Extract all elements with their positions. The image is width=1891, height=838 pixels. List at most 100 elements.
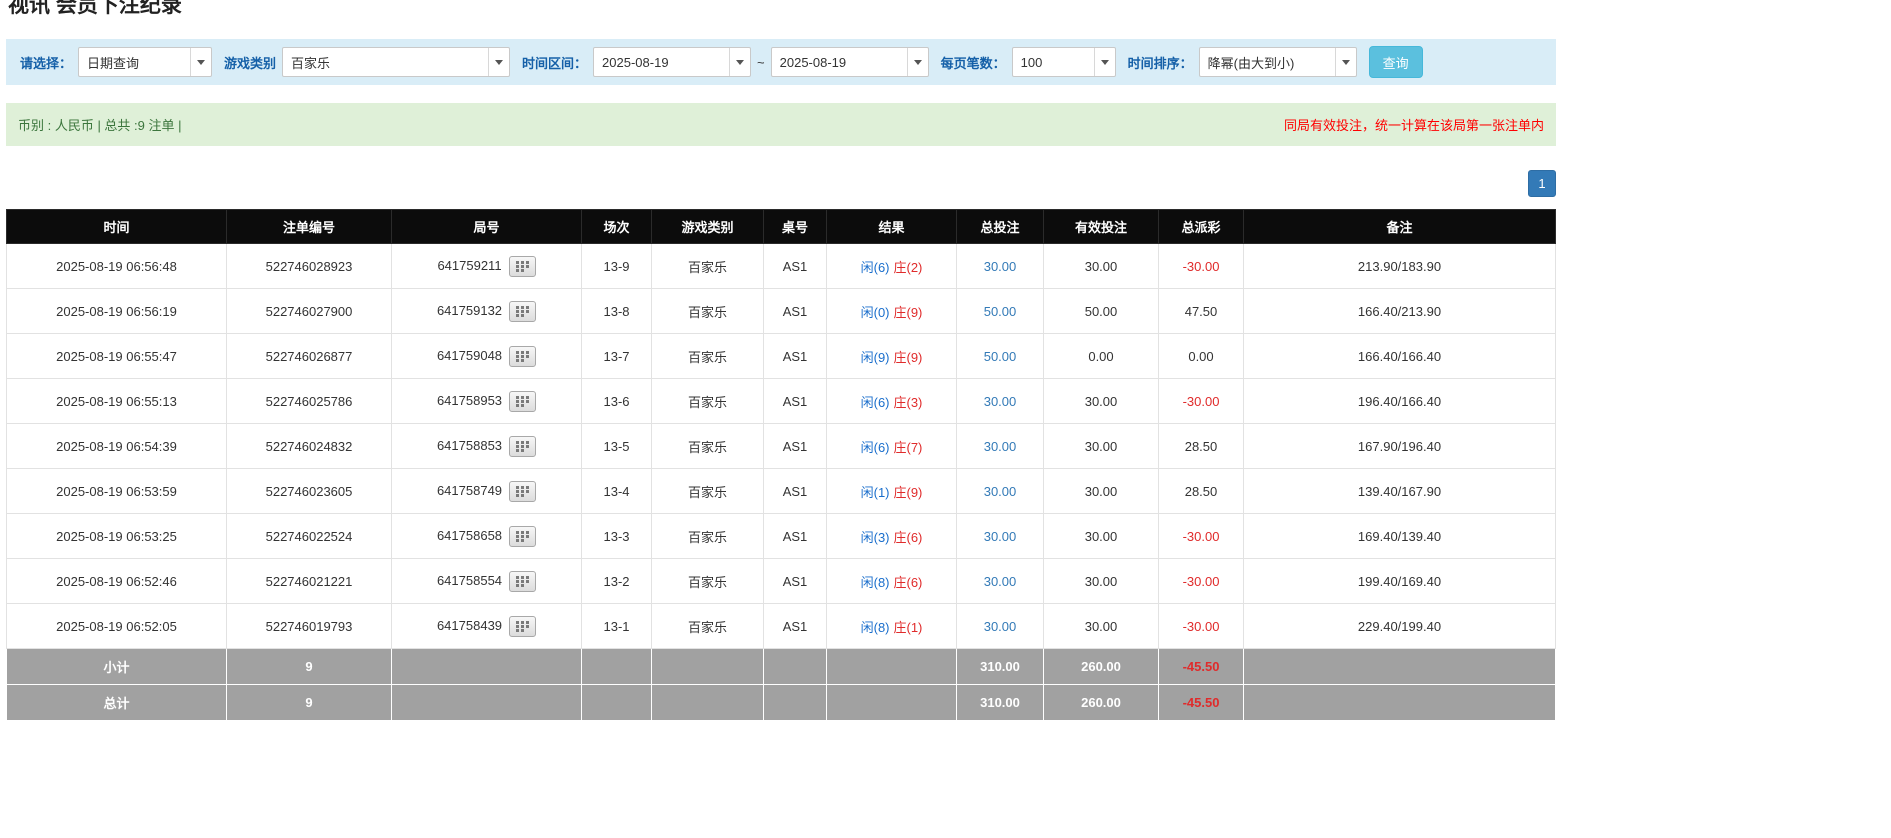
col-total-bet: 总投注 xyxy=(957,210,1044,244)
chevron-down-icon xyxy=(729,48,750,76)
chevron-down-icon xyxy=(1335,48,1356,76)
sort-order-combo[interactable]: 降幂(由大到小) xyxy=(1199,47,1357,77)
cell-bet-id: 522746027900 xyxy=(227,289,392,334)
roadmap-button[interactable] xyxy=(509,391,536,412)
cell-result: 闲(6)庄(3) xyxy=(827,379,957,424)
cell-session: 13-7 xyxy=(582,334,652,379)
date-to-value: 2025-08-19 xyxy=(780,55,847,70)
result-player: 闲(9) xyxy=(861,350,890,365)
cell-round-id: 641759132 xyxy=(392,289,582,334)
cell-bet-id: 522746025786 xyxy=(227,379,392,424)
cell-remark: 166.40/213.90 xyxy=(1244,289,1556,334)
page-size-combo[interactable]: 100 xyxy=(1012,47,1116,77)
cell-bet-id: 522746021221 xyxy=(227,559,392,604)
table-row: 2025-08-19 06:53:25 522746022524 6417586… xyxy=(7,514,1556,559)
subtotal-count: 9 xyxy=(227,649,392,685)
label-page-size: 每页笔数： xyxy=(941,53,1006,72)
subtotal-label: 小计 xyxy=(7,649,227,685)
table-row: 2025-08-19 06:56:19 522746027900 6417591… xyxy=(7,289,1556,334)
cell-valid-bet: 30.00 xyxy=(1044,424,1159,469)
table-row: 2025-08-19 06:55:47 522746026877 6417590… xyxy=(7,334,1556,379)
cell-bet-id: 522746024832 xyxy=(227,424,392,469)
roadmap-button[interactable] xyxy=(509,526,536,547)
cell-result: 闲(6)庄(2) xyxy=(827,244,957,289)
cell-game-type: 百家乐 xyxy=(652,289,764,334)
cell-payout: -30.00 xyxy=(1159,604,1244,649)
col-round-id: 局号 xyxy=(392,210,582,244)
result-player: 闲(0) xyxy=(861,305,890,320)
cell-payout: -30.00 xyxy=(1159,514,1244,559)
col-game-type: 游戏类别 xyxy=(652,210,764,244)
date-to-combo[interactable]: 2025-08-19 xyxy=(771,47,929,77)
cell-total-bet[interactable]: 50.00 xyxy=(957,334,1044,379)
cell-time: 2025-08-19 06:52:46 xyxy=(7,559,227,604)
result-banker: 庄(1) xyxy=(894,620,923,635)
result-banker: 庄(9) xyxy=(894,485,923,500)
cell-result: 闲(8)庄(6) xyxy=(827,559,957,604)
roadmap-button[interactable] xyxy=(509,256,536,277)
cell-table-no: AS1 xyxy=(764,334,827,379)
cell-total-bet[interactable]: 30.00 xyxy=(957,424,1044,469)
cell-session: 13-8 xyxy=(582,289,652,334)
cell-valid-bet: 30.00 xyxy=(1044,559,1159,604)
result-player: 闲(8) xyxy=(861,620,890,635)
cell-game-type: 百家乐 xyxy=(652,244,764,289)
cell-table-no: AS1 xyxy=(764,559,827,604)
table-body: 2025-08-19 06:56:48 522746028923 6417592… xyxy=(7,244,1556,649)
cell-valid-bet: 30.00 xyxy=(1044,604,1159,649)
table-row: 2025-08-19 06:53:59 522746023605 6417587… xyxy=(7,469,1556,514)
cell-round-id: 641758554 xyxy=(392,559,582,604)
col-result: 结果 xyxy=(827,210,957,244)
cell-total-bet[interactable]: 30.00 xyxy=(957,559,1044,604)
date-from-combo[interactable]: 2025-08-19 xyxy=(593,47,751,77)
select-type-combo[interactable]: 日期查询 xyxy=(78,47,212,77)
roadmap-button[interactable] xyxy=(509,616,536,637)
round-id-value: 641758658 xyxy=(437,527,502,542)
cell-total-bet[interactable]: 30.00 xyxy=(957,469,1044,514)
cell-payout: -30.00 xyxy=(1159,379,1244,424)
round-id-value: 641758953 xyxy=(437,392,502,407)
sort-order-value: 降幂(由大到小) xyxy=(1208,53,1295,72)
cell-session: 13-4 xyxy=(582,469,652,514)
cell-game-type: 百家乐 xyxy=(652,469,764,514)
cell-session: 13-6 xyxy=(582,379,652,424)
cell-round-id: 641758853 xyxy=(392,424,582,469)
date-range-separator: ~ xyxy=(757,55,765,70)
cell-total-bet[interactable]: 30.00 xyxy=(957,379,1044,424)
cell-total-bet[interactable]: 30.00 xyxy=(957,604,1044,649)
roadmap-icon xyxy=(516,486,529,497)
roadmap-button[interactable] xyxy=(509,301,536,322)
cell-session: 13-3 xyxy=(582,514,652,559)
cell-time: 2025-08-19 06:56:48 xyxy=(7,244,227,289)
cell-payout: -30.00 xyxy=(1159,559,1244,604)
roadmap-icon xyxy=(516,621,529,632)
game-type-combo[interactable]: 百家乐 xyxy=(282,47,510,77)
cell-total-bet[interactable]: 30.00 xyxy=(957,244,1044,289)
page-container: 视讯 会员下注纪录 请选择： 日期查询 游戏类别 百家乐 时间区间： 2025-… xyxy=(6,0,1556,721)
cell-remark: 229.40/199.40 xyxy=(1244,604,1556,649)
total-payout: -45.50 xyxy=(1159,685,1244,721)
cell-total-bet[interactable]: 30.00 xyxy=(957,514,1044,559)
cell-round-id: 641758953 xyxy=(392,379,582,424)
col-remark: 备注 xyxy=(1244,210,1556,244)
roadmap-icon xyxy=(516,576,529,587)
cell-payout: 28.50 xyxy=(1159,424,1244,469)
roadmap-button[interactable] xyxy=(509,436,536,457)
cell-table-no: AS1 xyxy=(764,469,827,514)
cell-round-id: 641759211 xyxy=(392,244,582,289)
cell-time: 2025-08-19 06:54:39 xyxy=(7,424,227,469)
roadmap-button[interactable] xyxy=(509,346,536,367)
roadmap-button[interactable] xyxy=(509,571,536,592)
roadmap-button[interactable] xyxy=(509,481,536,502)
cell-result: 闲(0)庄(9) xyxy=(827,289,957,334)
search-button[interactable]: 查询 xyxy=(1369,46,1423,78)
cell-result: 闲(1)庄(9) xyxy=(827,469,957,514)
cell-result: 闲(6)庄(7) xyxy=(827,424,957,469)
col-bet-id: 注单编号 xyxy=(227,210,392,244)
cell-payout: -30.00 xyxy=(1159,244,1244,289)
cell-total-bet[interactable]: 50.00 xyxy=(957,289,1044,334)
cell-remark: 169.40/139.40 xyxy=(1244,514,1556,559)
page-button-1[interactable]: 1 xyxy=(1528,170,1556,197)
select-type-value: 日期查询 xyxy=(87,53,139,72)
result-player: 闲(3) xyxy=(861,530,890,545)
